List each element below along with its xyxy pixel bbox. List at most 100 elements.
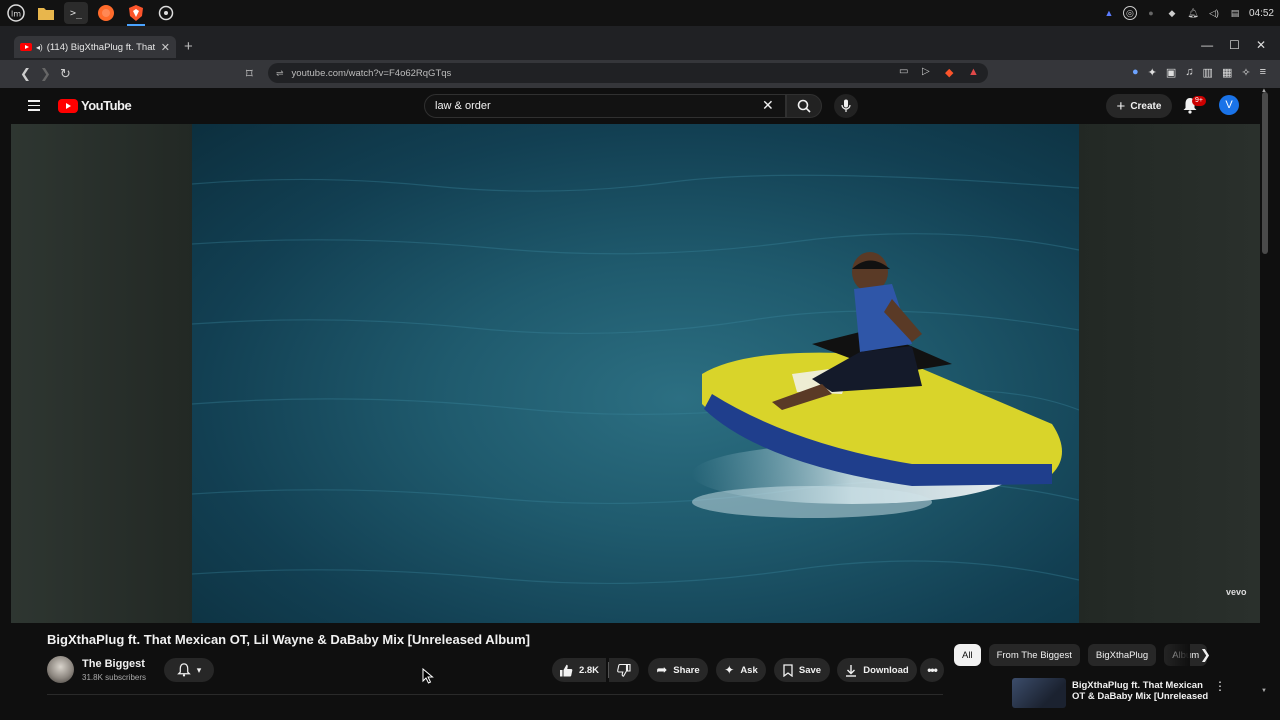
bookmark-save-icon [783, 663, 793, 677]
volume-icon[interactable]: ◁) [1207, 6, 1221, 20]
leo-icon[interactable]: ✧ [1241, 66, 1250, 79]
search-value: law & order [435, 100, 491, 112]
tab-close-icon[interactable]: ✕ [161, 41, 170, 54]
sidebar-toggle-icon[interactable]: ▥ [1203, 66, 1213, 79]
video-player[interactable] [192, 124, 1079, 623]
dislike-button[interactable] [609, 658, 639, 682]
channel-name[interactable]: The Biggest [82, 658, 145, 670]
video-title: BigXthaPlug ft. That Mexican OT, Lil Way… [47, 632, 530, 647]
chip-artist[interactable]: BigXthaPlug [1087, 644, 1157, 666]
back-icon[interactable]: ❮ [20, 66, 31, 82]
browser-menu-icon[interactable]: ≡ [1260, 66, 1266, 79]
search-input[interactable]: law & order [424, 94, 786, 118]
like-button[interactable]: 2.8K [552, 658, 606, 682]
puzzle-icon[interactable]: ✦ [1148, 66, 1157, 79]
download-button[interactable]: Download [837, 658, 917, 682]
status-dot-icon: ● [1148, 8, 1154, 18]
reader-icon[interactable]: ▣ [1166, 66, 1176, 79]
chips-next-chevron-icon[interactable]: ❯ [1200, 647, 1211, 663]
address-bar[interactable]: ⇌ youtube.com/watch?v=F4o62RqGTqs [268, 63, 988, 83]
sparkle-icon: ✦ [724, 663, 735, 677]
url-text: youtube.com/watch?v=F4o62RqGTqs [291, 67, 452, 79]
minimize-icon[interactable]: — [1201, 38, 1213, 52]
firefox-icon[interactable] [94, 2, 118, 24]
vevo-watermark: vevo [1226, 587, 1247, 597]
ask-button[interactable]: ✦ Ask [716, 658, 766, 682]
youtube-wordmark: YouTube [81, 98, 132, 113]
files-icon[interactable] [34, 2, 58, 24]
recommended-thumbnail[interactable] [1012, 678, 1066, 708]
brave-shields-icon[interactable]: ◆ [945, 66, 953, 79]
search-icon [797, 99, 811, 113]
chips-fade [1160, 644, 1190, 666]
thumbs-down-icon [617, 663, 631, 677]
create-label: Create [1130, 100, 1162, 112]
share-button[interactable]: ➦ Share [648, 658, 708, 682]
chip-all[interactable]: All [954, 644, 981, 666]
channel-avatar[interactable] [47, 656, 74, 683]
terminal-icon[interactable]: >_ [64, 2, 88, 24]
recommended-title[interactable]: BigXthaPlug ft. That Mexican OT & DaBaby… [1072, 680, 1212, 702]
shield-icon[interactable]: ◆ [1165, 6, 1179, 20]
create-button[interactable]: + Create [1106, 94, 1172, 118]
close-window-icon[interactable]: ✕ [1256, 38, 1266, 52]
notification-tray-icon[interactable]: 🔔︎ [1186, 6, 1200, 20]
thumbs-up-icon [559, 664, 573, 676]
like-count: 2.8K [578, 664, 600, 676]
notification-badge: 9+ [1192, 96, 1206, 106]
youtube-play-logo-icon [58, 98, 78, 113]
forward-icon[interactable]: ❯ [40, 66, 51, 82]
share-label: Share [673, 664, 700, 676]
settings-app-icon[interactable] [154, 2, 178, 24]
account-avatar[interactable]: V [1219, 95, 1239, 115]
subscribed-button[interactable]: ▾ [164, 658, 214, 682]
network-icon[interactable]: ▤ [1228, 6, 1242, 20]
chevron-down-icon: ▾ [196, 664, 202, 675]
more-actions-button[interactable]: ••• [920, 658, 944, 682]
tab-title: (114) BigXthaPlug ft. That [46, 41, 156, 53]
site-info-icon[interactable]: ⇌ [276, 68, 284, 79]
svg-text:lm: lm [11, 10, 21, 19]
youtube-logo[interactable]: YouTube [58, 98, 132, 113]
section-divider [47, 694, 943, 695]
brave-icon[interactable] [124, 2, 148, 26]
page-scrollbar[interactable] [1262, 92, 1268, 254]
clear-search-icon[interactable]: ✕ [762, 97, 774, 114]
mouse-cursor-icon [422, 668, 434, 684]
cast-icon[interactable]: ▭ [899, 66, 908, 77]
chip-from-channel[interactable]: From The Biggest [988, 644, 1080, 666]
save-label: Save [798, 664, 822, 676]
new-tab-icon[interactable]: + [184, 38, 193, 55]
microphone-icon [841, 99, 851, 112]
voice-search-button[interactable] [834, 94, 858, 118]
speaker-icon[interactable]: ◂) [36, 43, 43, 52]
wallet-icon[interactable]: ▦ [1222, 66, 1232, 79]
subscriber-count: 31.8K subscribers [82, 673, 147, 682]
extension-icon[interactable]: ● [1132, 66, 1139, 79]
mint-menu-icon[interactable]: lm [4, 2, 28, 24]
bell-notify-icon [176, 663, 191, 677]
hamburger-menu-icon[interactable] [28, 100, 40, 114]
save-button[interactable]: Save [774, 658, 830, 682]
sync-icon[interactable]: ◎ [1122, 6, 1137, 20]
search-button[interactable] [786, 94, 822, 118]
media-icon[interactable]: ♫ [1185, 66, 1193, 79]
download-label: Download [863, 664, 909, 676]
recommended-more-icon[interactable]: ⋮ [1214, 679, 1226, 693]
reload-icon[interactable]: ↻ [60, 66, 71, 82]
send-icon[interactable]: ▷ [922, 66, 930, 77]
plus-icon: + [1116, 97, 1126, 115]
ask-label: Ask [740, 664, 758, 676]
share-icon: ➦ [656, 662, 668, 677]
os-taskbar: lm >_ ▲ ◎ ● ◆ 🔔︎ ◁) ▤ 04:52 [0, 0, 1280, 26]
vpn-icon[interactable]: ▲ [1102, 6, 1116, 20]
maximize-icon[interactable]: ☐ [1229, 38, 1240, 52]
more-horizontal-icon: ••• [927, 663, 938, 677]
browser-tab[interactable]: ◂) (114) BigXthaPlug ft. That ✕ [14, 36, 176, 58]
brave-rewards-icon[interactable]: ▲ [968, 66, 979, 78]
bookmark-icon[interactable]: ⌑ [246, 66, 253, 82]
scroll-down-icon[interactable]: ▼ [1261, 688, 1267, 694]
clock[interactable]: 04:52 [1249, 8, 1274, 19]
youtube-favicon-icon [20, 43, 32, 51]
video-frame-jetski [192, 174, 1079, 585]
